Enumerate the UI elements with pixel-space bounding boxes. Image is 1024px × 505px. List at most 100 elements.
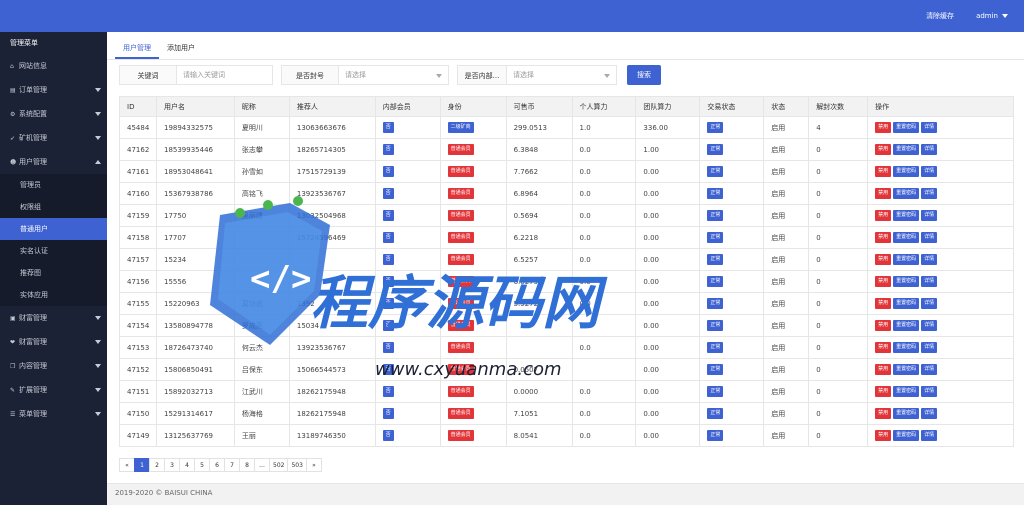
disable-button[interactable]: 禁用 [875, 298, 892, 309]
table-cell: 0.00 [635, 160, 701, 183]
reset-password-button[interactable]: 重置密码 [893, 232, 920, 243]
reset-password-button[interactable]: 重置密码 [893, 386, 920, 397]
sidebar-item-b-4[interactable]: ☰ 菜单管理 [0, 402, 107, 426]
keyword-input[interactable]: 请输入关键词 [177, 65, 273, 85]
page-link[interactable]: 8 [239, 458, 255, 472]
table-cell: 0.0 [571, 138, 637, 161]
details-button[interactable]: 详情 [921, 298, 938, 309]
frozen-select[interactable]: 请选择 [339, 65, 449, 85]
reset-password-button[interactable]: 重置密码 [893, 430, 920, 441]
disable-button[interactable]: 禁用 [875, 430, 892, 441]
search-button[interactable]: 搜索 [627, 65, 661, 85]
table-cell: 否 [374, 248, 441, 271]
table-cell: 正常 [699, 138, 765, 161]
table-cell: 6.6279 [505, 270, 573, 293]
sidebar-item-a-2[interactable]: ⚙ 系统配置 [0, 102, 107, 126]
details-button[interactable]: 详情 [921, 144, 938, 155]
sidebar-item-a-3[interactable]: ➶ 矿机管理 [0, 126, 107, 150]
reset-password-button[interactable]: 重置密码 [893, 342, 920, 353]
page-link[interactable]: 1 [134, 458, 150, 472]
page-link[interactable]: 503 [287, 458, 307, 472]
internal-select[interactable]: 请选择 [507, 65, 617, 85]
details-button[interactable]: 详情 [921, 122, 938, 133]
sidebar-subitem[interactable]: 推荐图 [0, 262, 107, 284]
details-button[interactable]: 详情 [921, 210, 938, 221]
disable-button[interactable]: 禁用 [875, 276, 892, 287]
trade-status-badge: 正常 [707, 342, 724, 353]
disable-button[interactable]: 禁用 [875, 386, 892, 397]
details-button[interactable]: 详情 [921, 166, 938, 177]
sidebar-item-a-1[interactable]: ▤ 订单管理 [0, 78, 107, 102]
sidebar-item-b-3[interactable]: ✎ 扩展管理 [0, 378, 107, 402]
page-link[interactable]: 4 [179, 458, 195, 472]
disable-button[interactable]: 禁用 [875, 364, 892, 375]
tab-1[interactable]: 添加用户 [159, 37, 203, 59]
details-button[interactable]: 详情 [921, 342, 938, 353]
details-button[interactable]: 详情 [921, 188, 938, 199]
reset-password-button[interactable]: 重置密码 [893, 166, 920, 177]
reset-password-button[interactable]: 重置密码 [893, 210, 920, 221]
sidebar-item-a-4[interactable]: ☻ 用户管理 [0, 150, 107, 174]
tab-0[interactable]: 用户管理 [115, 37, 159, 59]
disable-button[interactable]: 禁用 [875, 342, 892, 353]
disable-button[interactable]: 禁用 [875, 254, 892, 265]
details-button[interactable]: 详情 [921, 386, 938, 397]
sidebar-subitem[interactable]: 实名认证 [0, 240, 107, 262]
sidebar-item-b-2[interactable]: ❐ 内容管理 [0, 354, 107, 378]
reset-password-button[interactable]: 重置密码 [893, 276, 920, 287]
page-link[interactable]: » [305, 458, 322, 472]
sidebar-item-b-1[interactable]: ❤ 财富管理 [0, 330, 107, 354]
reset-password-button[interactable]: 重置密码 [893, 122, 920, 133]
details-button[interactable]: 详情 [921, 430, 938, 441]
disable-button[interactable]: 禁用 [875, 166, 892, 177]
disable-button[interactable]: 禁用 [875, 144, 892, 155]
trade-status-badge: 正常 [707, 210, 724, 221]
trade-status-badge: 正常 [707, 408, 724, 419]
reset-password-button[interactable]: 重置密码 [893, 144, 920, 155]
sidebar-item-label: 用户管理 [19, 158, 47, 166]
sidebar-subitem[interactable]: 普通用户 [0, 218, 107, 240]
page-link[interactable]: 3 [164, 458, 180, 472]
disable-button[interactable]: 禁用 [875, 188, 892, 199]
details-button[interactable]: 详情 [921, 232, 938, 243]
page-link[interactable]: « [119, 458, 135, 472]
disable-button[interactable]: 禁用 [875, 232, 892, 243]
table-cell: 张志攀 [233, 138, 290, 161]
user-menu[interactable]: admin [976, 12, 1008, 20]
details-button[interactable]: 详情 [921, 276, 938, 287]
clear-cache-link[interactable]: 清除缓存 [926, 11, 954, 21]
page-link[interactable]: 5 [194, 458, 210, 472]
disable-button[interactable]: 禁用 [875, 210, 892, 221]
disable-button[interactable]: 禁用 [875, 122, 892, 133]
sidebar-item-b-0[interactable]: ▣ 财富管理 [0, 306, 107, 330]
disable-button[interactable]: 禁用 [875, 408, 892, 419]
sidebar-subitem[interactable]: 管理员 [0, 174, 107, 196]
chevron-down-icon [95, 88, 101, 92]
details-button[interactable]: 详情 [921, 320, 938, 331]
details-button[interactable]: 详情 [921, 408, 938, 419]
internal-label: 是否内部... [457, 65, 507, 85]
details-button[interactable]: 详情 [921, 364, 938, 375]
disable-button[interactable]: 禁用 [875, 320, 892, 331]
reset-password-button[interactable]: 重置密码 [893, 254, 920, 265]
sidebar-item-a-0[interactable]: ⌂ 网站信息 [0, 54, 107, 78]
table-cell: 正常 [699, 358, 765, 381]
table-cell [505, 336, 573, 359]
page-link[interactable]: 502 [269, 458, 289, 472]
sidebar-subitem[interactable]: 权限组 [0, 196, 107, 218]
sidebar-subitem[interactable]: 实体应用 [0, 284, 107, 306]
table-cell: 1.0 [571, 116, 637, 139]
table-cell: 47160 [119, 182, 157, 205]
table-row: 47161 18953048641 孙雪如 17515729139 否 普通会员 7.766… [119, 160, 1014, 183]
page-link[interactable]: 2 [149, 458, 165, 472]
reset-password-button[interactable]: 重置密码 [893, 364, 920, 375]
reset-password-button[interactable]: 重置密码 [893, 408, 920, 419]
sidebar-item-label: 内容管理 [19, 362, 47, 370]
page-link[interactable]: 6 [209, 458, 225, 472]
page-link[interactable]: 7 [224, 458, 240, 472]
reset-password-button[interactable]: 重置密码 [893, 298, 920, 309]
column-header: 解封次数 [808, 96, 869, 117]
reset-password-button[interactable]: 重置密码 [893, 188, 920, 199]
details-button[interactable]: 详情 [921, 254, 938, 265]
reset-password-button[interactable]: 重置密码 [893, 320, 920, 331]
